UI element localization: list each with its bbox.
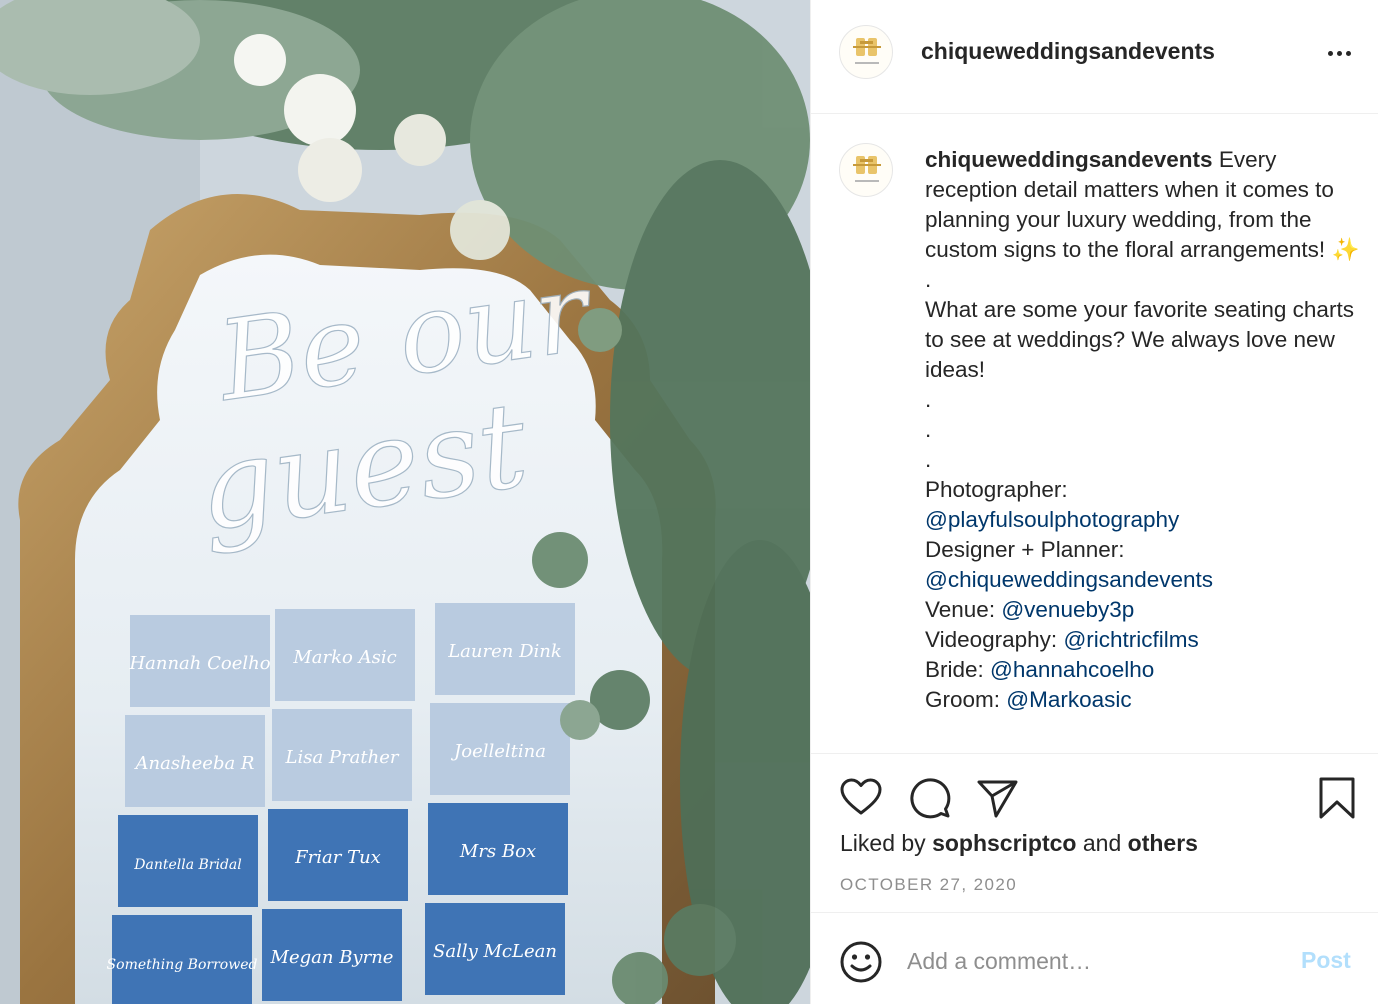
post-comment-button[interactable]: Post [1301,947,1351,974]
liked-by-user[interactable]: sophscriptco [932,830,1076,856]
caption-question: What are some your favorite seating char… [925,297,1354,382]
emoji-icon [840,941,882,983]
emoji-button[interactable] [839,940,883,984]
likes-others-link[interactable]: others [1128,830,1198,856]
caption-avatar[interactable] [839,143,893,197]
share-icon [977,780,1018,818]
venue-label: Venue: [925,597,1002,622]
post-photo[interactable]: Be our guest Hannah Coelho Marko Asic Laur… [0,0,810,1004]
comment-input[interactable] [907,944,1287,978]
photo-illustration: Be our guest Hannah Coelho Marko Asic Laur… [0,0,810,1004]
seating-card-name: Friar Tux [294,847,381,868]
seating-card-name: Joelleltina [450,741,546,762]
venue-link[interactable]: @venueby3p [1001,597,1134,622]
comment-icon [910,778,951,819]
more-options-icon [1328,51,1333,56]
caption-dot: . [925,387,932,412]
caption-dot: . [925,267,932,292]
designer-label: Designer + Planner: [925,537,1125,562]
seating-card-name: Anasheeba R [134,753,255,774]
seating-card-name: Lauren Dink [447,641,562,662]
likes-summary: Liked by sophscriptco and others [840,830,1198,857]
post-actions: Liked by sophscriptco and others OCTOBER… [811,753,1378,913]
comment-button[interactable] [907,776,951,820]
photographer-link[interactable]: @playfulsoulphotography [925,507,1179,532]
bride-link[interactable]: @hannahcoelho [990,657,1154,682]
like-button[interactable] [839,776,883,820]
avatar[interactable] [839,25,893,79]
caption-area: chiqueweddingsandevents Every reception … [811,115,1378,753]
seating-card-name: Something Borrowed [107,957,258,973]
more-options-button[interactable] [1319,38,1359,68]
seating-card-name: Mrs Box [459,841,536,862]
comment-box: Post [811,914,1378,1004]
groom-link[interactable]: @Markoasic [1006,687,1131,712]
seating-card-name: Sally McLean [433,941,557,962]
seating-card-name: Marko Asic [292,647,396,668]
brand-logo-icon [853,38,881,64]
likes-middle: and [1076,830,1128,856]
seating-card-name: Lisa Prather [285,747,400,768]
videography-label: Videography: [925,627,1064,652]
post-date[interactable]: OCTOBER 27, 2020 [840,875,1017,895]
caption-intro: chiqueweddingsandevents Every reception … [925,145,1365,265]
bookmark-icon [1319,777,1355,819]
heart-icon [840,778,882,815]
designer-link[interactable]: @chiqueweddingsandevents [925,567,1213,592]
bride-label: Bride: [925,657,991,682]
seating-card-name: Dantella Bridal [133,857,242,873]
post-header: chiqueweddingsandevents [811,0,1378,114]
post-author-username[interactable]: chiqueweddingsandevents [921,38,1215,65]
caption-dot: . [925,447,932,472]
share-button[interactable] [975,776,1019,820]
photographer-label: Photographer: [925,477,1068,502]
post-panel: chiqueweddingsandevents chiqueweddingsan… [810,0,1378,1004]
groom-label: Groom: [925,687,1007,712]
videography-link[interactable]: @richtricfilms [1063,627,1198,652]
brand-logo-icon [853,156,881,182]
caption-dot: . [925,417,932,442]
save-button[interactable] [1315,776,1359,820]
seating-card-name: Hannah Coelho [128,653,270,674]
caption-username[interactable]: chiqueweddingsandevents [925,147,1213,172]
sparkles-emoji: ✨ [1331,237,1360,262]
seating-card-name: Megan Byrne [270,947,394,968]
caption-text: chiqueweddingsandevents Every reception … [925,145,1365,715]
likes-prefix: Liked by [840,830,933,856]
